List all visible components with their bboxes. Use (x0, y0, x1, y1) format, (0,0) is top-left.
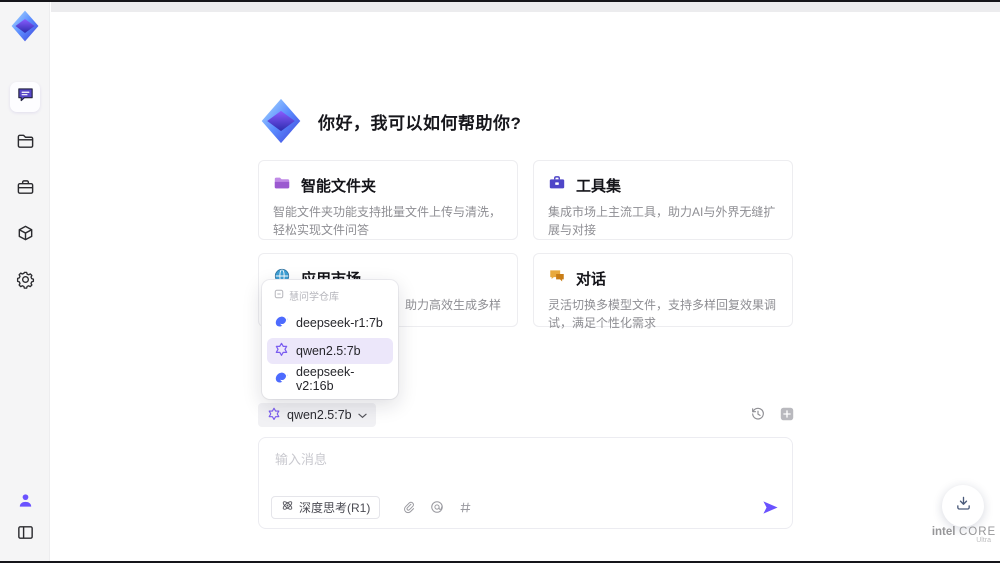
sidebar-item-settings[interactable] (10, 267, 40, 297)
model-option-label: deepseek-v2:16b (296, 365, 355, 393)
panel-icon (16, 523, 35, 547)
intel-core-badge: intel core Ultra (929, 526, 999, 544)
user-icon (16, 491, 35, 515)
deepseek-icon (274, 370, 289, 388)
qwen-icon (274, 342, 289, 360)
app-logo (9, 10, 41, 42)
card-toolset[interactable]: 工具集 集成市场上主流工具，助力AI与外界无缝扩展与对接 (533, 160, 793, 240)
intel-sub-text: Ultra (976, 537, 991, 544)
repository-label: 慧问学仓库 (289, 292, 339, 303)
sidebar-item-models[interactable] (10, 221, 40, 251)
model-dropdown: 慧问学仓库 deepseek-r1:7b qwen2.5:7b deepseek… (262, 280, 398, 399)
cube-icon (16, 224, 35, 248)
folder-icon (16, 132, 35, 156)
chat-icon (16, 85, 35, 109)
repository-icon (274, 289, 284, 302)
atom-icon (281, 499, 294, 515)
qwen-icon (267, 407, 281, 424)
download-icon (955, 495, 972, 517)
composer-placeholder: 输入消息 (275, 452, 328, 467)
new-chat-icon[interactable] (779, 406, 795, 422)
card-title: 对话 (576, 271, 607, 288)
card-desc: 智能文件夹功能支持批量文件上传与清洗，轻松实现文件问答 (273, 205, 502, 237)
sidebar-item-folders[interactable] (10, 129, 40, 159)
blue-briefcase-icon (548, 174, 566, 197)
chevron-down-icon (357, 408, 367, 422)
greeting-text: 你好，我可以如何帮助你? (318, 113, 522, 133)
model-option-deepseek-v2[interactable]: deepseek-v2:16b (267, 365, 393, 393)
deepseek-icon (274, 314, 289, 332)
model-option-qwen[interactable]: qwen2.5:7b (267, 338, 393, 364)
app-window: 你好，我可以如何帮助你? 智能文件夹 智能文件夹功能支持批量文件上传与清洗，轻松… (0, 0, 1000, 563)
card-desc: 灵活切换多模型文件，支持多样回复效果调试，满足个性化需求 (548, 298, 777, 330)
composer-toolbar (750, 406, 795, 422)
history-icon[interactable] (750, 406, 766, 422)
card-desc: 集成市场上主流工具，助力AI与外界无缝扩展与对接 (548, 205, 776, 237)
app-logo-large (258, 98, 304, 144)
sidebar-item-profile[interactable] (10, 488, 40, 518)
model-option-deepseek-r1[interactable]: deepseek-r1:7b (267, 310, 393, 336)
hash-icon[interactable] (459, 501, 472, 514)
model-option-label: qwen2.5:7b (296, 344, 361, 358)
sidebar-item-toolset[interactable] (10, 175, 40, 205)
card-title: 工具集 (576, 178, 622, 195)
deep-think-label: 深度思考(R1) (299, 500, 371, 515)
selected-model-label: qwen2.5:7b (287, 408, 352, 422)
gear-icon (16, 270, 35, 294)
sidebar-item-chat[interactable] (10, 82, 40, 112)
main-area: 你好，我可以如何帮助你? 智能文件夹 智能文件夹功能支持批量文件上传与清洗，轻松… (51, 2, 1000, 561)
greeting: 你好，我可以如何帮助你? (258, 98, 521, 144)
card-smart-folder[interactable]: 智能文件夹 智能文件夹功能支持批量文件上传与清洗，轻松实现文件问答 (258, 160, 518, 240)
top-edge (0, 0, 1000, 2)
sidebar (0, 2, 50, 561)
window-top-strip (51, 2, 1000, 12)
purple-folder-icon (273, 174, 291, 197)
send-icon[interactable] (762, 499, 779, 516)
yellow-chat-icon (548, 267, 566, 290)
download-button[interactable] (942, 485, 984, 527)
at-icon[interactable] (430, 500, 444, 514)
paperclip-icon[interactable] (402, 501, 415, 514)
model-selector-button[interactable]: qwen2.5:7b (258, 403, 376, 427)
deep-think-button[interactable]: 深度思考(R1) (271, 495, 381, 519)
card-dialogue[interactable]: 对话 灵活切换多模型文件，支持多样回复效果调试，满足个性化需求 (533, 253, 793, 330)
card-title: 智能文件夹 (301, 178, 377, 195)
model-option-label: deepseek-r1:7b (296, 316, 383, 330)
message-composer[interactable]: 输入消息 深度思考(R1) (258, 437, 793, 529)
sidebar-item-collapse[interactable] (10, 520, 40, 550)
model-dropdown-header: 慧问学仓库 (267, 285, 393, 308)
intel-brand-text: intel (931, 526, 956, 538)
briefcase-icon (16, 178, 35, 202)
